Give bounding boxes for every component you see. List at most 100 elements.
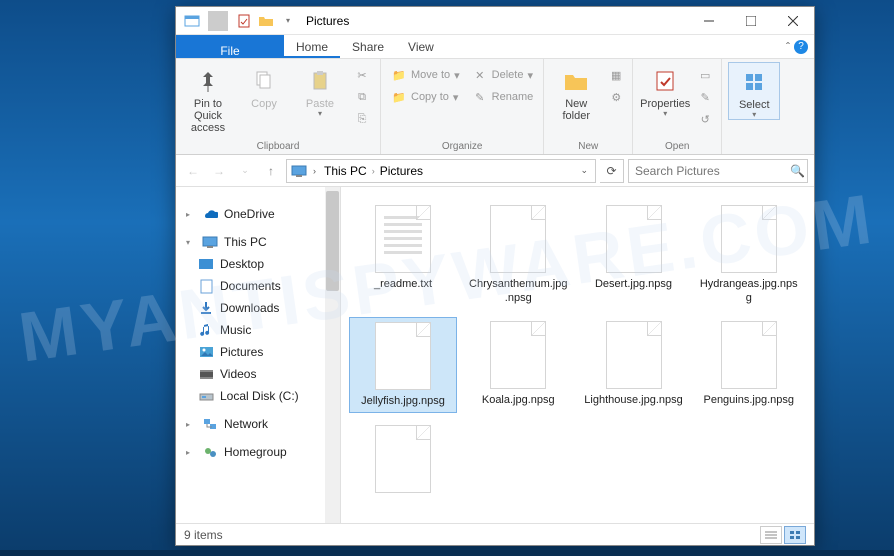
scrollbar-thumb[interactable] bbox=[326, 191, 339, 291]
copy-label: Copy bbox=[251, 98, 277, 110]
help-icon[interactable]: ? bbox=[794, 40, 808, 54]
documents-icon bbox=[198, 278, 214, 294]
music-icon bbox=[198, 322, 214, 338]
pc-icon bbox=[291, 165, 307, 177]
new-folder-button[interactable]: New folder bbox=[550, 62, 602, 122]
back-button[interactable]: ← bbox=[182, 160, 204, 182]
move-to-icon: 📁 bbox=[391, 67, 407, 83]
pin-to-quick-access-button[interactable]: Pin to Quick access bbox=[182, 62, 234, 134]
sidebar-item-network[interactable]: ▸ Network bbox=[180, 413, 336, 435]
forward-button[interactable]: → bbox=[208, 160, 230, 182]
history-button[interactable]: ↺ bbox=[695, 109, 715, 129]
copy-to-button[interactable]: 📁Copy to ▾ bbox=[387, 87, 464, 107]
sidebar-item-documents[interactable]: Documents bbox=[180, 275, 336, 297]
homegroup-icon bbox=[202, 444, 218, 460]
copy-to-icon: 📁 bbox=[391, 89, 407, 105]
rename-button[interactable]: ✎Rename bbox=[468, 87, 538, 107]
breadcrumb-root-drop[interactable]: › bbox=[310, 166, 319, 176]
sidebar-item-desktop[interactable]: Desktop bbox=[180, 253, 336, 275]
delete-button[interactable]: ✕Delete ▾ bbox=[468, 65, 538, 85]
refresh-button[interactable]: ⟳ bbox=[600, 159, 624, 183]
tab-share[interactable]: Share bbox=[340, 35, 396, 58]
tab-view[interactable]: View bbox=[396, 35, 446, 58]
move-to-button[interactable]: 📁Move to ▾ bbox=[387, 65, 464, 85]
file-item[interactable]: Chrysanthemum.jpg.npsg bbox=[464, 201, 572, 309]
sidebar-label: Pictures bbox=[220, 345, 263, 359]
file-list[interactable]: _readme.txt Chrysanthemum.jpg.npsg Desert.… bbox=[341, 187, 814, 523]
delete-icon: ✕ bbox=[472, 67, 488, 83]
expand-icon[interactable]: ▸ bbox=[186, 448, 196, 457]
group-open-label: Open bbox=[639, 141, 715, 154]
view-details-button[interactable] bbox=[760, 526, 782, 544]
titlebar: ▾ Pictures bbox=[176, 7, 814, 35]
ribbon-collapse[interactable]: ˆ ? bbox=[780, 35, 814, 58]
generic-file-icon bbox=[721, 321, 777, 389]
breadcrumb-pictures[interactable]: Pictures bbox=[378, 164, 425, 178]
sidebar-label: Homegroup bbox=[224, 445, 287, 459]
search-input[interactable] bbox=[635, 164, 790, 178]
copy-path-button[interactable]: ⧉ bbox=[350, 87, 374, 107]
copy-button[interactable]: Copy bbox=[238, 62, 290, 110]
recent-locations-button[interactable]: ⌄ bbox=[234, 160, 256, 182]
group-open: Properties ▾ ▭ ✎ ↺ Open bbox=[633, 59, 722, 154]
file-name-label: Desert.jpg.npsg bbox=[595, 277, 672, 291]
file-item[interactable]: Desert.jpg.npsg bbox=[580, 201, 688, 309]
address-bar: ← → ⌄ ↑ › This PC › Pictures ⌄ ⟳ 🔍 bbox=[176, 155, 814, 187]
tab-home[interactable]: Home bbox=[284, 35, 340, 58]
file-item[interactable]: Koala.jpg.npsg bbox=[464, 317, 572, 413]
copy-icon bbox=[255, 64, 273, 98]
breadcrumb-thispc[interactable]: This PC bbox=[322, 164, 369, 178]
qat-dropdown-icon[interactable]: ▾ bbox=[278, 11, 298, 31]
expand-icon[interactable]: ▸ bbox=[186, 420, 196, 429]
file-item[interactable]: _readme.txt bbox=[349, 201, 457, 309]
collapse-icon[interactable]: ▾ bbox=[186, 238, 196, 247]
search-box[interactable]: 🔍 bbox=[628, 159, 808, 183]
sidebar-item-music[interactable]: Music bbox=[180, 319, 336, 341]
paste-icon bbox=[311, 64, 329, 98]
tab-file[interactable]: File bbox=[176, 35, 284, 58]
edit-icon: ✎ bbox=[699, 89, 711, 105]
properties-button[interactable]: Properties ▾ bbox=[639, 62, 691, 118]
sidebar-item-localdisk[interactable]: Local Disk (C:) bbox=[180, 385, 336, 407]
file-item[interactable]: Jellyfish.jpg.npsg bbox=[349, 317, 457, 413]
sidebar-scrollbar[interactable] bbox=[325, 187, 340, 523]
sidebar-item-downloads[interactable]: Downloads bbox=[180, 297, 336, 319]
new-folder-label: New folder bbox=[550, 98, 602, 122]
paste-button[interactable]: Paste ▾ bbox=[294, 62, 346, 118]
file-item[interactable]: Penguins.jpg.npsg bbox=[695, 317, 803, 413]
file-name-label: Jellyfish.jpg.npsg bbox=[361, 394, 445, 408]
cut-button[interactable]: ✂ bbox=[350, 65, 374, 85]
navigation-pane: ▸ OneDrive ▾ This PC Desktop Documents bbox=[176, 187, 341, 523]
expand-icon[interactable]: ▸ bbox=[186, 210, 196, 219]
qat-newfolder-icon[interactable] bbox=[256, 11, 276, 31]
sidebar-item-thispc[interactable]: ▾ This PC bbox=[180, 231, 336, 253]
file-item[interactable]: Lighthouse.jpg.npsg bbox=[580, 317, 688, 413]
breadcrumb-dropdown[interactable]: ⌄ bbox=[577, 165, 591, 176]
sidebar-item-homegroup[interactable]: ▸ Homegroup bbox=[180, 441, 336, 463]
thispc-icon bbox=[202, 234, 218, 250]
edit-button[interactable]: ✎ bbox=[695, 87, 715, 107]
easy-access-button[interactable]: ⚙ bbox=[606, 87, 626, 107]
select-icon bbox=[744, 65, 764, 99]
file-name-label: Hydrangeas.jpg.npsg bbox=[699, 277, 799, 305]
pin-label: Pin to Quick access bbox=[182, 98, 234, 134]
select-button[interactable]: Select ▾ bbox=[728, 62, 780, 120]
taskbar bbox=[0, 550, 894, 556]
sidebar-item-onedrive[interactable]: ▸ OneDrive bbox=[180, 203, 336, 225]
sidebar-item-videos[interactable]: Videos bbox=[180, 363, 336, 385]
minimize-button[interactable] bbox=[688, 7, 730, 35]
paste-shortcut-button[interactable]: ⎘ bbox=[350, 109, 374, 129]
new-item-button[interactable]: ▦ bbox=[606, 65, 626, 85]
up-button[interactable]: ↑ bbox=[260, 160, 282, 182]
file-name-label: Chrysanthemum.jpg.npsg bbox=[468, 277, 568, 305]
breadcrumb-sep[interactable]: › bbox=[372, 166, 375, 176]
close-button[interactable] bbox=[772, 7, 814, 35]
qat-properties-icon[interactable] bbox=[234, 11, 254, 31]
open-button[interactable]: ▭ bbox=[695, 65, 715, 85]
breadcrumb[interactable]: › This PC › Pictures ⌄ bbox=[286, 159, 596, 183]
sidebar-item-pictures[interactable]: Pictures bbox=[180, 341, 336, 363]
view-large-icons-button[interactable] bbox=[784, 526, 806, 544]
file-item[interactable] bbox=[349, 421, 457, 501]
file-item[interactable]: Hydrangeas.jpg.npsg bbox=[695, 201, 803, 309]
maximize-button[interactable] bbox=[730, 7, 772, 35]
